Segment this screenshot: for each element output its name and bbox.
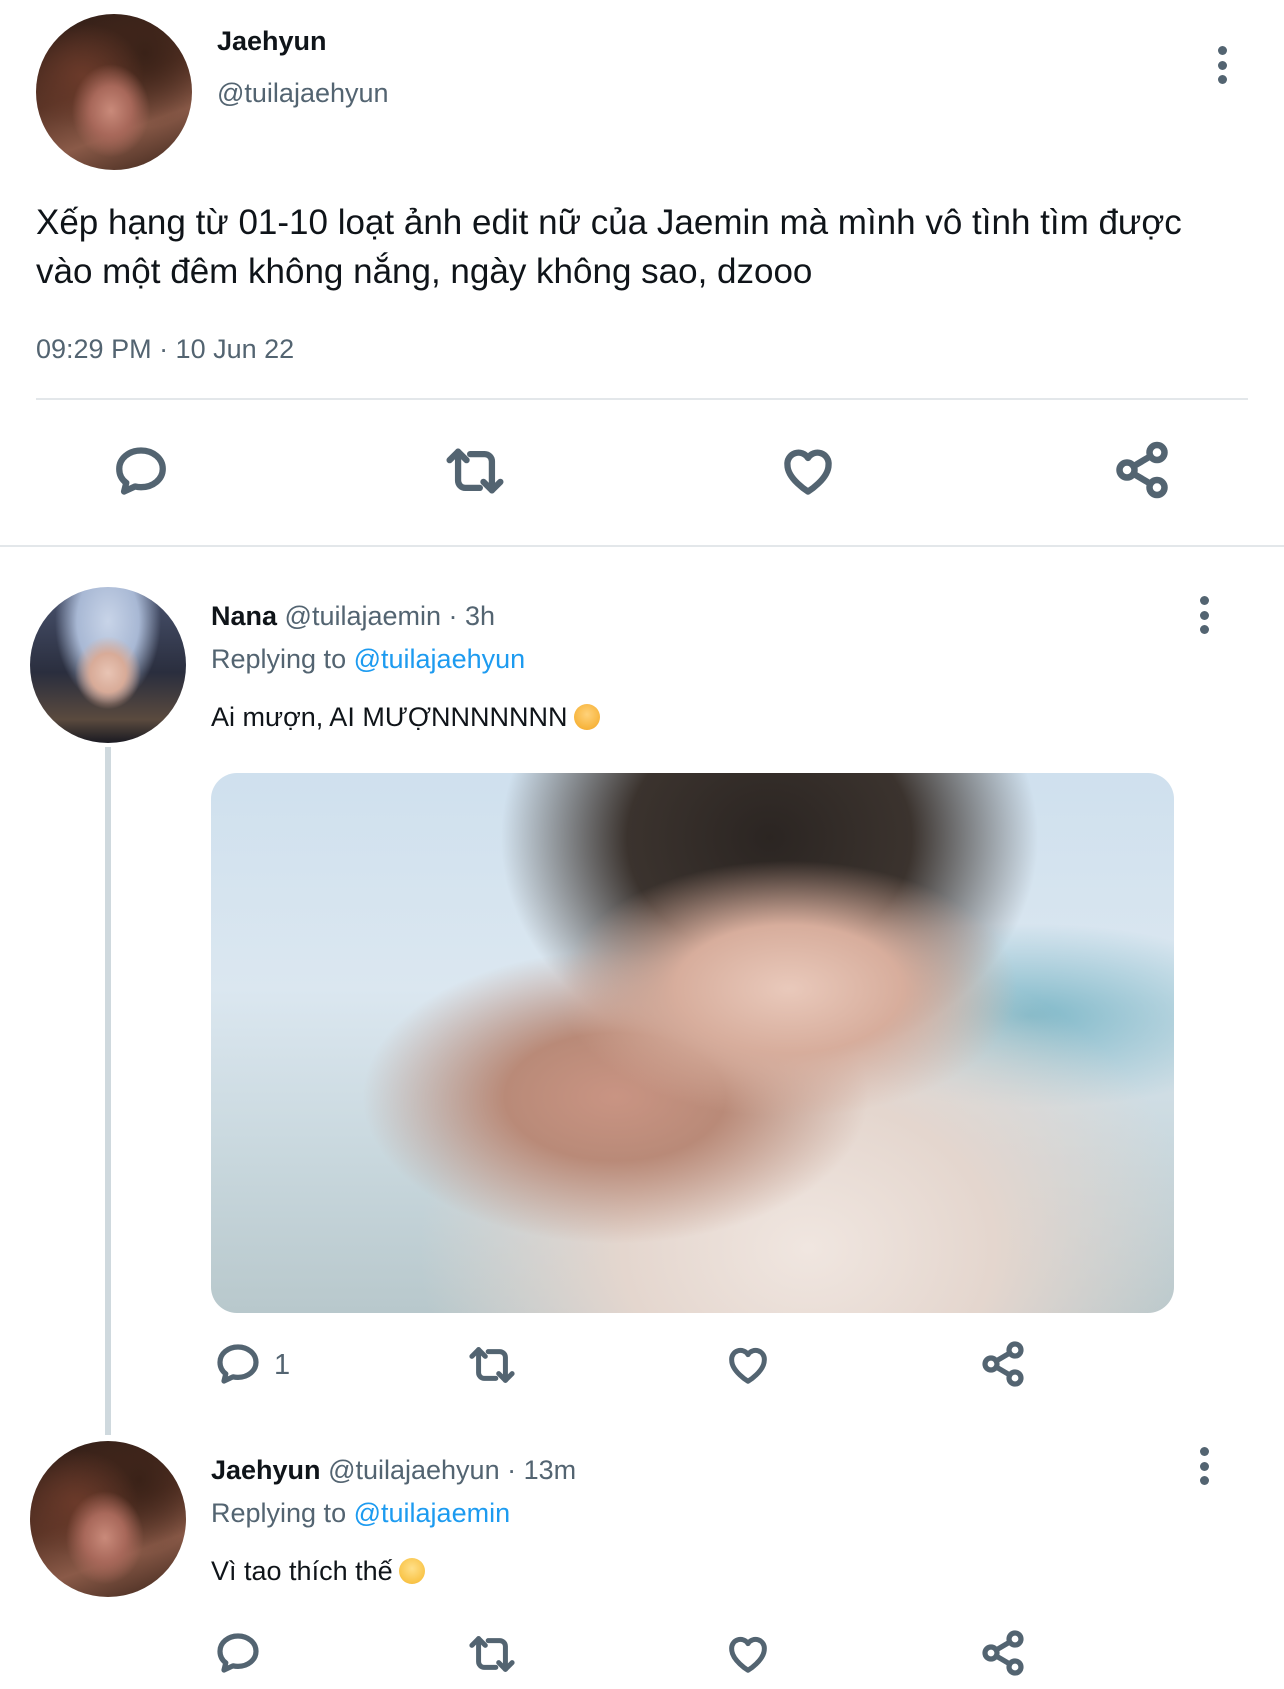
like-icon[interactable]: [778, 442, 838, 500]
hugging-face-emoji: [398, 1558, 425, 1584]
reply-icon[interactable]: [214, 1629, 262, 1677]
retweet-icon[interactable]: [442, 442, 508, 500]
replying-label: Replying to: [211, 644, 347, 674]
author-name[interactable]: Jaehyun: [211, 1455, 321, 1485]
tweet-text: Ai mượn, AI MƯỢNNNNNNN: [211, 702, 600, 733]
tweet-text-content: Ai mượn, AI MƯỢNNNNNNN: [211, 702, 568, 732]
reply-icon[interactable]: [214, 1340, 262, 1388]
replying-to: Replying to @tuilajaemin: [211, 1498, 510, 1529]
tweet-time: · 13m: [507, 1455, 577, 1485]
tweet-text: Xếp hạng từ 01-10 loạt ảnh edit nữ của J…: [36, 203, 1182, 291]
divider: [36, 398, 1248, 400]
reply-tweet: Nana @tuilajaemin · 3h Replying to @tuil…: [0, 547, 1284, 1435]
replying-to: Replying to @tuilajaehyun: [211, 644, 525, 675]
author-handle[interactable]: @tuilajaehyun: [217, 78, 389, 109]
tweet-text-content: Vì tao thích thế: [211, 1556, 393, 1586]
avatar[interactable]: [30, 1441, 186, 1597]
more-options-icon[interactable]: [1197, 1447, 1211, 1485]
retweet-icon[interactable]: [465, 1631, 519, 1677]
avatar[interactable]: [30, 587, 186, 743]
like-icon[interactable]: [723, 1342, 773, 1388]
author-name[interactable]: Nana: [211, 601, 277, 631]
reply-count: 1: [274, 1349, 291, 1381]
tweet-photo[interactable]: [211, 773, 1174, 1313]
share-icon[interactable]: [979, 1340, 1027, 1388]
reply-tweet: Jaehyun @tuilajaehyun · 13m Replying to …: [0, 1427, 1284, 1689]
tweet-text: Vì tao thích thế: [211, 1556, 425, 1587]
tweet-time: · 3h: [448, 601, 496, 631]
author-handle[interactable]: @tuilajaehyun: [328, 1455, 500, 1485]
reply-icon[interactable]: [112, 442, 170, 500]
like-icon[interactable]: [723, 1631, 773, 1677]
more-options-icon[interactable]: [1215, 46, 1229, 84]
avatar[interactable]: [36, 14, 192, 170]
angry-face-emoji: [573, 704, 600, 730]
thread-line: [105, 747, 111, 1435]
share-icon[interactable]: [979, 1629, 1027, 1677]
replying-to-link[interactable]: @tuilajaemin: [354, 1498, 510, 1528]
author-handle[interactable]: @tuilajaemin: [285, 601, 441, 631]
reply-header: Nana @tuilajaemin · 3h: [211, 601, 495, 632]
author-name[interactable]: Jaehyun: [217, 26, 327, 57]
replying-to-link[interactable]: @tuilajaehyun: [354, 644, 526, 674]
tweet-timestamp: 09:29 PM · 10 Jun 22: [36, 334, 295, 364]
share-icon[interactable]: [1112, 440, 1172, 500]
main-tweet: Jaehyun @tuilajaehyun Xếp hạng từ 01-10 …: [0, 0, 1284, 545]
more-options-icon[interactable]: [1197, 596, 1211, 634]
reply-header: Jaehyun @tuilajaehyun · 13m: [211, 1455, 576, 1486]
replying-label: Replying to: [211, 1498, 347, 1528]
retweet-icon[interactable]: [465, 1342, 519, 1388]
